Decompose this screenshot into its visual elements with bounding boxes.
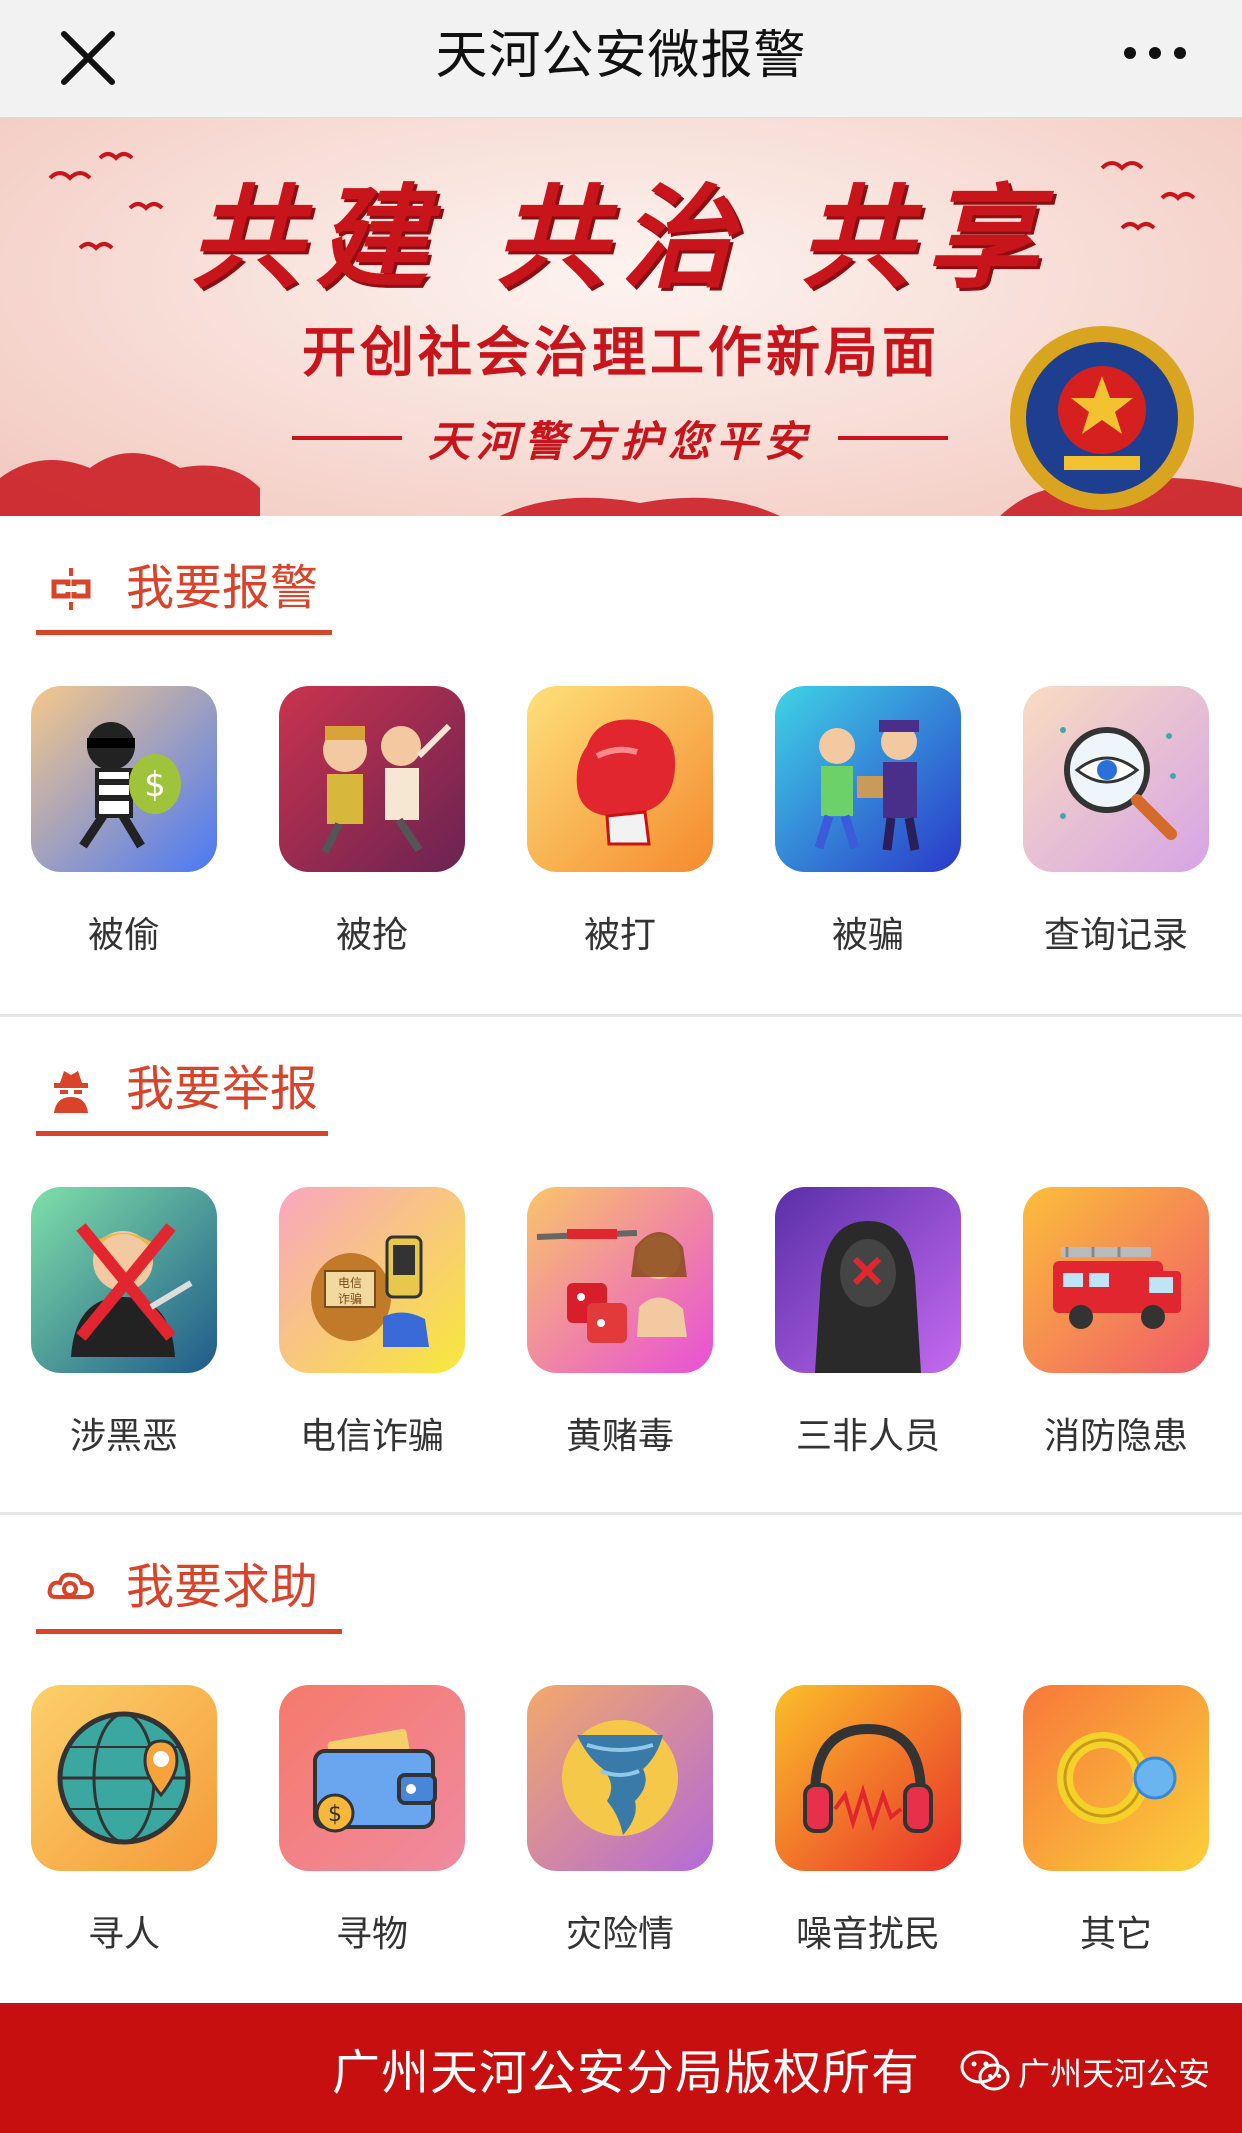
wechat-icon [960, 2050, 1010, 2091]
tile-porn-gambling-drugs[interactable]: 黄赌毒 [496, 1187, 744, 1477]
tile-label: 三非人员 [795, 1416, 940, 1457]
gangster-crossed-icon [31, 1187, 217, 1373]
tile-telecom-fraud[interactable]: 电信 诈骗 电信诈骗 [248, 1187, 496, 1477]
tile-gang-crime[interactable]: 涉黑恶 [0, 1187, 248, 1477]
tile-label: 被打 [583, 915, 656, 956]
tile-illegal-persons[interactable]: 三非人员 [744, 1187, 992, 1477]
tornado-icon [527, 1685, 713, 1871]
section-title: 我要报警 [126, 560, 319, 616]
tile-label: 寻物 [335, 1914, 408, 1955]
section-report-alarm: 我要报警 $ 被偷 被抢 被打 被骗 查询记录 [0, 516, 1242, 1014]
tile-label: 消防隐患 [1043, 1416, 1188, 1457]
hooded-person-icon [775, 1187, 961, 1373]
section-header: 我要报警 [36, 546, 336, 640]
tile-fraud[interactable]: 被骗 [744, 686, 992, 976]
icon-grid: 寻人 $ 寻物 灾险情 噪音扰民 其它 [0, 1685, 1242, 1975]
section-header: 我要求助 [36, 1545, 342, 1639]
tile-label: 黄赌毒 [565, 1416, 674, 1457]
headphones-icon [775, 1685, 961, 1871]
svg-text:$: $ [144, 765, 166, 805]
section-seek-help: 我要求助 寻人 $ 寻物 灾险情 噪音扰民 其它 [0, 1515, 1242, 2003]
section-underline [36, 630, 332, 635]
help-cloud-icon [47, 1572, 95, 1599]
footer: 广州天河公安分局版权所有 广州天河公安 [0, 2003, 1242, 2133]
section-title: 我要求助 [126, 1559, 319, 1615]
tile-theft[interactable]: $ 被偷 [0, 686, 248, 976]
icon-grid: 涉黑恶 电信 诈骗 电信诈骗 黄赌毒 三非人员 消防隐患 [0, 1187, 1242, 1477]
tile-label: 电信诈骗 [299, 1416, 444, 1457]
tile-label: 被抢 [335, 915, 408, 956]
tile-label: 寻人 [87, 1914, 160, 1955]
tile-label: 被偷 [87, 915, 160, 956]
page-title: 天河公安微报警 [435, 26, 807, 86]
telecom-fraud-icon: 电信 诈骗 [279, 1187, 465, 1373]
police-emblem [1010, 326, 1194, 510]
tile-find-item[interactable]: $ 寻物 [248, 1685, 496, 1975]
rings-icon [1023, 1685, 1209, 1871]
spy-icon [54, 1071, 88, 1113]
footer-copyright: 广州天河公安分局版权所有 [332, 2045, 921, 2101]
globe-person-icon [31, 1685, 217, 1871]
tile-label: 查询记录 [1043, 915, 1188, 956]
svg-text:$: $ [328, 1802, 342, 1827]
tile-label: 灾险情 [565, 1914, 674, 1955]
banner: 共建 共治 共享 开创社会治理工作新局面 天河警方护您平安 [0, 118, 1242, 516]
section-report-tip: 我要举报 涉黑恶 电信 诈骗 电信诈骗 黄赌毒 三非人员 消防隐患 [0, 1017, 1242, 1512]
more-dots-icon[interactable] [1120, 38, 1190, 68]
section-underline [36, 1629, 342, 1634]
fraud-exchange-icon [775, 686, 961, 872]
tile-assault[interactable]: 被打 [496, 686, 744, 976]
boxing-glove-icon [527, 686, 713, 872]
thief-icon: $ [31, 686, 217, 872]
svg-text:电信: 电信 [338, 1276, 362, 1290]
svg-text:诈骗: 诈骗 [338, 1291, 362, 1306]
tile-fire-hazard[interactable]: 消防隐患 [992, 1187, 1240, 1477]
icon-grid: $ 被偷 被抢 被打 被骗 查询记录 [0, 686, 1242, 976]
tile-label: 涉黑恶 [69, 1416, 178, 1457]
tile-noise[interactable]: 噪音扰民 [744, 1685, 992, 1975]
tile-label: 其它 [1079, 1914, 1152, 1955]
robbery-icon [279, 686, 465, 872]
banner-headline: 共建 共治 共享 [190, 173, 1052, 304]
tile-query-records[interactable]: 查询记录 [992, 686, 1240, 976]
fire-truck-icon [1023, 1187, 1209, 1373]
tile-disaster[interactable]: 灾险情 [496, 1685, 744, 1975]
tile-robbery[interactable]: 被抢 [248, 686, 496, 976]
section-header: 我要举报 [36, 1047, 328, 1141]
title-bar: 天河公安微报警 [0, 0, 1242, 118]
section-underline [36, 1131, 328, 1136]
magnifier-eye-icon [1023, 686, 1209, 872]
section-title: 我要举报 [126, 1061, 319, 1117]
wallet-icon: $ [279, 1685, 465, 1871]
tile-other[interactable]: 其它 [992, 1685, 1240, 1975]
footer-account-name: 广州天河公安 [1018, 2055, 1211, 2093]
drugs-gambling-icon [527, 1187, 713, 1373]
tile-label: 噪音扰民 [795, 1914, 940, 1955]
alarm-link-icon [51, 568, 91, 610]
tile-label: 被骗 [831, 915, 904, 956]
tile-find-person[interactable]: 寻人 [0, 1685, 248, 1975]
